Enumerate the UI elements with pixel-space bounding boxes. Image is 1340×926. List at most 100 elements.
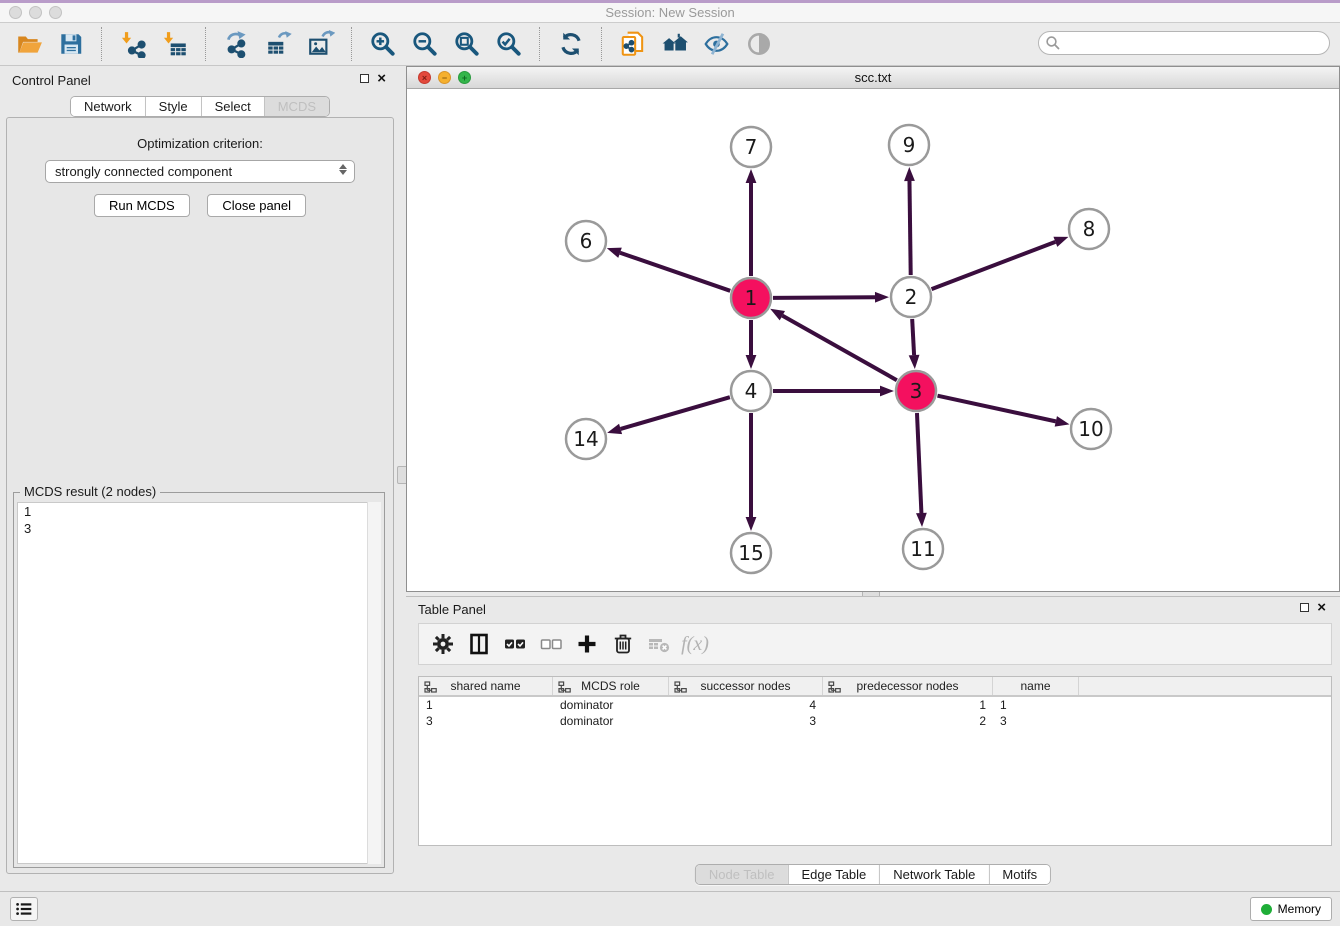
table-cell[interactable]: 1 — [993, 698, 1079, 712]
tab-motifs[interactable]: Motifs — [988, 865, 1050, 884]
zoom-out-icon[interactable] — [405, 25, 445, 63]
table-cell[interactable]: 1 — [823, 698, 993, 712]
close-panel-button[interactable]: Close panel — [207, 194, 306, 217]
graph-edge-1-4[interactable] — [746, 320, 757, 369]
tab-network-table[interactable]: Network Table — [879, 865, 988, 884]
graph-edge-3-10[interactable] — [937, 396, 1069, 427]
search-input[interactable] — [1065, 33, 1325, 53]
network-graph[interactable]: 7 9 6 8 1 2 4 3 14 10 15 11 — [407, 88, 1339, 591]
network-window-titlebar[interactable]: × − + scc.txt — [407, 67, 1339, 89]
table-cell[interactable]: 2 — [823, 714, 993, 728]
zoom-fit-icon[interactable] — [447, 25, 487, 63]
refresh-icon[interactable] — [551, 25, 591, 63]
graph-node-8[interactable]: 8 — [1069, 209, 1109, 249]
graph-node-4[interactable]: 4 — [731, 371, 771, 411]
add-column-icon[interactable] — [569, 626, 605, 662]
run-mcds-button[interactable]: Run MCDS — [94, 194, 190, 217]
column-header-shared-name[interactable]: shared name — [419, 677, 553, 695]
mcds-result-title: MCDS result (2 nodes) — [20, 484, 160, 499]
graph-edge-2-9[interactable] — [904, 167, 915, 275]
mcds-result-list[interactable]: 13 — [17, 502, 381, 864]
mcds-result-item[interactable]: 1 — [18, 503, 380, 520]
mcds-result-item[interactable]: 3 — [18, 520, 380, 537]
column-header-successor-nodes[interactable]: successor nodes — [669, 677, 823, 695]
zoom-selected-icon[interactable] — [489, 25, 529, 63]
export-table-icon[interactable] — [259, 25, 299, 63]
graph-edge-1-2[interactable] — [773, 292, 889, 303]
graph-edge-4-3[interactable] — [773, 386, 894, 397]
tab-node-table[interactable]: Node Table — [696, 865, 788, 884]
tab-edge-table[interactable]: Edge Table — [787, 865, 879, 884]
home-icon[interactable] — [655, 25, 695, 63]
table-cell[interactable]: dominator — [553, 698, 669, 712]
graph-node-3[interactable]: 3 — [896, 371, 936, 411]
graph-edge-4-15[interactable] — [746, 413, 757, 531]
graph-node-11[interactable]: 11 — [903, 529, 943, 569]
table-cell[interactable]: dominator — [553, 714, 669, 728]
column-header-predecessor-nodes[interactable]: predecessor nodes — [823, 677, 993, 695]
graph-node-7[interactable]: 7 — [731, 127, 771, 167]
network-canvas[interactable]: 7 9 6 8 1 2 4 3 14 10 15 11 — [407, 88, 1339, 591]
copy-network-icon[interactable] — [613, 25, 653, 63]
graph-edge-3-1[interactable] — [770, 309, 897, 380]
tab-style[interactable]: Style — [145, 97, 201, 116]
float-table-panel-icon[interactable] — [1300, 603, 1309, 612]
graph-edge-1-6[interactable] — [607, 248, 730, 291]
memory-button[interactable]: Memory — [1250, 897, 1332, 921]
svg-text:6: 6 — [580, 229, 593, 253]
graph-node-14[interactable]: 14 — [566, 419, 606, 459]
graph-node-6[interactable]: 6 — [566, 221, 606, 261]
table-cell[interactable]: 3 — [419, 714, 553, 728]
task-history-button[interactable] — [10, 897, 38, 921]
delete-column-icon[interactable] — [605, 626, 641, 662]
table-row[interactable]: 1dominator411 — [419, 697, 1331, 713]
export-network-icon[interactable] — [217, 25, 257, 63]
column-edit-icon — [558, 681, 571, 696]
eye-slash-icon[interactable] — [697, 25, 737, 63]
select-all-icon[interactable] — [497, 626, 533, 662]
app-titlebar: Session: New Session — [0, 0, 1340, 23]
eye-icon[interactable] — [739, 25, 779, 63]
close-panel-icon[interactable]: × — [377, 74, 386, 83]
graph-edge-2-8[interactable] — [932, 237, 1069, 289]
result-scrollbar[interactable] — [367, 502, 381, 864]
table-row[interactable]: 3dominator323 — [419, 713, 1331, 729]
unselect-all-icon[interactable] — [533, 626, 569, 662]
column-header-name[interactable]: name — [993, 677, 1079, 695]
import-table-icon[interactable] — [155, 25, 195, 63]
graph-node-2[interactable]: 2 — [891, 277, 931, 317]
graph-node-15[interactable]: 15 — [731, 533, 771, 573]
criterion-select[interactable]: strongly connected component — [45, 160, 355, 183]
app-title: Session: New Session — [0, 5, 1340, 20]
graph-edge-2-3[interactable] — [909, 319, 920, 369]
table-cell[interactable]: 3 — [669, 714, 823, 728]
memory-label: Memory — [1278, 902, 1321, 916]
graph-node-10[interactable]: 10 — [1071, 409, 1111, 449]
column-label: successor nodes — [700, 679, 790, 693]
tab-network[interactable]: Network — [71, 97, 145, 116]
table-cell[interactable]: 4 — [669, 698, 823, 712]
table-cell[interactable]: 1 — [419, 698, 553, 712]
float-panel-icon[interactable] — [360, 74, 369, 83]
open-folder-icon[interactable] — [9, 25, 49, 63]
table-header-row: shared nameMCDS role successor nodes prede… — [419, 677, 1331, 697]
column-edit-icon — [674, 681, 687, 696]
mcds-buttons-row: Run MCDS Close panel — [7, 194, 393, 217]
graph-node-1[interactable]: 1 — [731, 278, 771, 318]
close-table-panel-icon[interactable]: × — [1317, 603, 1326, 612]
save-icon[interactable] — [51, 25, 91, 63]
import-network-icon[interactable] — [113, 25, 153, 63]
graph-edge-3-11[interactable] — [916, 413, 927, 527]
table-cell[interactable]: 3 — [993, 714, 1079, 728]
export-image-icon[interactable] — [301, 25, 341, 63]
zoom-in-icon[interactable] — [363, 25, 403, 63]
graph-edge-4-14[interactable] — [607, 397, 730, 434]
gear-icon[interactable] — [425, 626, 461, 662]
columns-icon[interactable] — [461, 626, 497, 662]
tab-select[interactable]: Select — [201, 97, 264, 116]
column-header-mcds-role[interactable]: MCDS role — [553, 677, 669, 695]
function-icon: f(x) — [677, 626, 713, 662]
tab-mcds[interactable]: MCDS — [264, 97, 329, 116]
graph-node-9[interactable]: 9 — [889, 125, 929, 165]
graph-edge-1-7[interactable] — [746, 169, 757, 276]
